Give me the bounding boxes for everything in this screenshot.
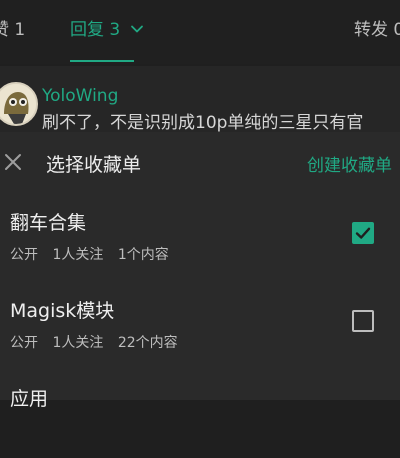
tab-likes-label: 赞 1 xyxy=(0,20,26,40)
favorites-item-title: Magisk模块 xyxy=(10,300,115,322)
comment-username[interactable]: YoloWing xyxy=(42,86,118,106)
check-icon xyxy=(355,227,371,239)
item-followers: 1人关注 xyxy=(52,335,104,351)
favorites-item-title: 应用 xyxy=(10,388,49,410)
chevron-down-icon xyxy=(130,25,143,33)
comment-text: 刷不了，不是识别成10p单纯的三星只有官 xyxy=(42,113,364,133)
comment-tabs: 赞 1 回复 3 转发 0 xyxy=(0,0,400,64)
tab-replies[interactable]: 回复 3 xyxy=(70,18,144,42)
favorites-list-item[interactable]: 应用 xyxy=(0,370,400,458)
item-contents: 1个内容 xyxy=(117,247,169,263)
favorites-item-title: 翻车合集 xyxy=(10,212,87,234)
favorites-item-meta: 公开 1人关注 1个内容 xyxy=(10,244,179,264)
tab-forwards-label: 转发 0 xyxy=(354,20,400,40)
sheet-header: 选择收藏单 创建收藏单 xyxy=(0,132,400,194)
favorites-list-item[interactable]: 翻车合集 公开 1人关注 1个内容 xyxy=(0,194,400,282)
tab-forwards[interactable]: 转发 0 xyxy=(354,18,400,42)
favorites-item-checkbox[interactable] xyxy=(352,222,374,244)
close-button[interactable] xyxy=(2,151,24,173)
item-contents: 22个内容 xyxy=(117,335,178,351)
favorites-item-checkbox[interactable] xyxy=(352,310,374,332)
create-favorites-button[interactable]: 创建收藏单 xyxy=(307,151,392,176)
item-visibility: 公开 xyxy=(10,335,38,351)
tab-likes[interactable]: 赞 1 xyxy=(0,18,25,42)
favorites-sheet: 选择收藏单 创建收藏单 翻车合集 公开 1人关注 1个内容 Magisk模块 公… xyxy=(0,132,400,410)
item-visibility: 公开 xyxy=(10,247,38,263)
tab-replies-label: 回复 3 xyxy=(70,20,121,40)
sheet-title: 选择收藏单 xyxy=(46,154,142,176)
close-icon xyxy=(5,154,21,170)
favorites-list-item[interactable]: Magisk模块 公开 1人关注 22个内容 xyxy=(0,282,400,370)
favorites-item-meta: 公开 1人关注 22个内容 xyxy=(10,332,188,352)
avatar-image xyxy=(0,84,36,124)
active-tab-indicator xyxy=(70,60,134,62)
avatar[interactable] xyxy=(0,82,38,126)
item-followers: 1人关注 xyxy=(52,247,104,263)
